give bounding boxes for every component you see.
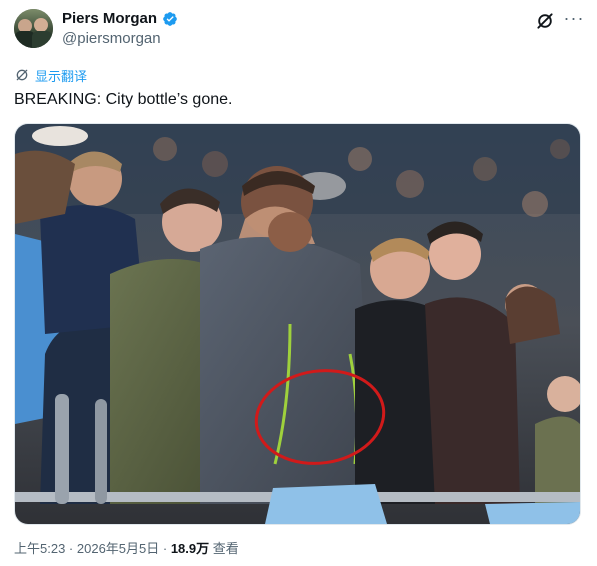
avatar[interactable] xyxy=(14,9,53,48)
avatar-face-right xyxy=(34,18,48,32)
tweet-photo[interactable] xyxy=(14,123,581,525)
author-handle[interactable]: @piersmorgan xyxy=(62,30,161,48)
tweet-date[interactable]: 2026年5月5日 xyxy=(77,541,159,556)
show-translation-label: 显示翻译 xyxy=(35,68,88,84)
separator-dot: · xyxy=(65,541,77,556)
view-count-label: 查看 xyxy=(209,541,239,556)
globe-slash-icon xyxy=(16,69,28,81)
verified-badge-icon[interactable] xyxy=(162,11,178,27)
stadium-crowd-photo xyxy=(15,124,580,524)
show-translation-link[interactable]: 显示翻译 xyxy=(14,66,87,84)
more-horizontal-icon[interactable]: ··· xyxy=(562,9,586,29)
view-count[interactable]: 18.9万 xyxy=(171,541,209,556)
tweet-timestamp-row: 上午5:23 · 2026年5月5日 · 18.9万 查看 xyxy=(14,540,239,558)
tweet-time[interactable]: 上午5:23 xyxy=(14,541,65,556)
separator-dot: · xyxy=(159,541,171,556)
tweet-header: Piers Morgan @piersmorgan ··· xyxy=(14,8,583,52)
avatar-body-right xyxy=(32,31,52,48)
tweet-text: BREAKING: City bottle’s gone. xyxy=(14,91,233,108)
author-name[interactable]: Piers Morgan xyxy=(62,10,157,28)
grok-slash-icon[interactable] xyxy=(535,11,555,31)
